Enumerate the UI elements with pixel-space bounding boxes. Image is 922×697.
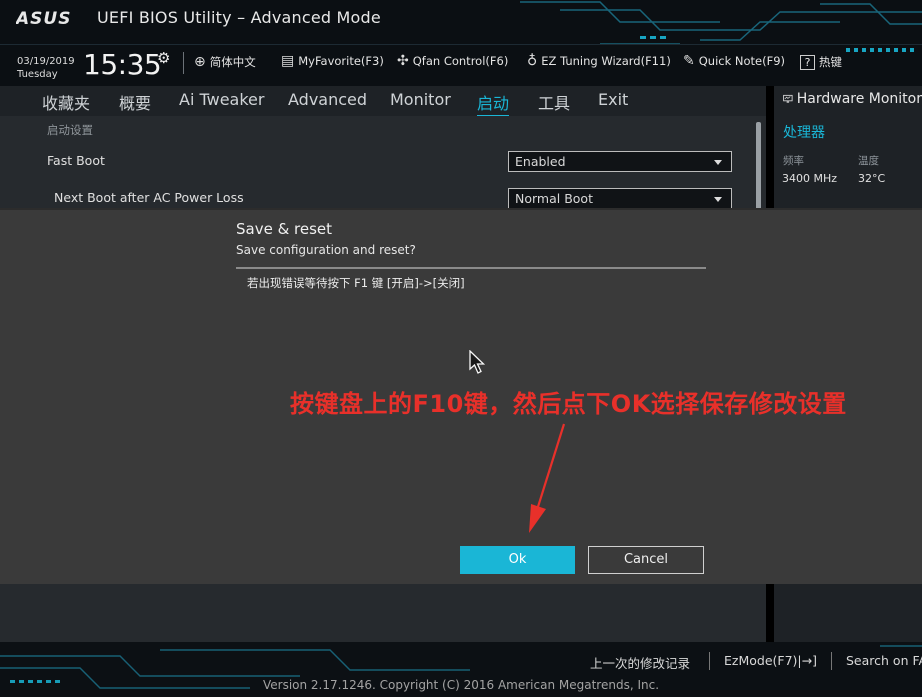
hotkeys-label: 热键 [819,55,842,69]
last-modified-log-link[interactable]: 上一次的修改记录 [590,653,690,672]
tab-boot[interactable]: 启动 [477,90,510,116]
cpu-frequency-label: 频率 [783,155,804,167]
dialog-divider [236,267,706,269]
header-bar: ASUS UEFI BIOS Utility – Advanced Mode 0… [0,0,922,86]
qfan-label: Qfan Control(F6) [412,54,509,68]
tab-favorites[interactable]: 收藏夹 [42,90,90,114]
cpu-section-title: 处理器 [783,125,825,141]
favorite-icon: ▤ [281,53,295,69]
cancel-button[interactable]: Cancel [588,546,704,574]
dialog-title: Save & reset [236,220,333,238]
mouse-cursor-icon [469,350,486,374]
hotkeys-button[interactable]: ? 热键 [800,54,842,70]
version-text: Version 2.17.1246. Copyright (C) 2016 Am… [262,678,660,692]
ezmode-link[interactable]: EzMode(F7)|→] [724,653,817,668]
language-button[interactable]: ⊕ 简体中文 [194,54,256,70]
cpu-frequency-value: 3400 MHz [782,172,838,185]
quick-note-button[interactable]: ✎ Quick Note(F9) [683,54,785,68]
ez-tuning-wizard-button[interactable]: ♁ EZ Tuning Wizard(F11) [527,54,671,68]
search-faq-link[interactable]: Search on FAQ [846,653,922,668]
red-annotation-text: 按键盘上的F10键，然后点下OK选择保存修改设置 [290,390,847,418]
main-menu-bar: 收藏夹 概要 Ai Tweaker Advanced Monitor 启动 工具… [0,86,766,116]
quick-note-label: Quick Note(F9) [698,54,786,68]
globe-icon: ⊕ [194,54,206,70]
svg-text:ASUS: ASUS [16,9,71,27]
fan-icon: ✣ [397,53,409,69]
myfavorite-button[interactable]: ▤ MyFavorite(F3) [281,54,384,68]
ac-power-loss-value: Normal Boot [515,191,593,206]
fast-boot-label: Fast Boot [47,153,105,168]
monitor-icon [783,94,793,103]
dialog-message: 若出现错误等待按下 F1 键 [开启]->[关闭] [247,276,465,290]
fast-boot-select[interactable]: Enabled [508,151,732,172]
header-divider [183,52,184,74]
hardware-monitor-title: Hardware Monitor [796,91,922,107]
footer-divider [831,652,832,670]
gear-icon[interactable]: ⚙ [157,49,170,67]
bulb-icon: ♁ [527,53,538,69]
ez-tuning-label: EZ Tuning Wizard(F11) [541,54,671,68]
hardware-monitor-header: Hardware Monitor [774,86,922,112]
language-label: 简体中文 [209,55,256,69]
day-display: Tuesday [17,69,58,80]
tab-monitor[interactable]: Monitor [390,90,451,109]
asus-logo: ASUS [16,9,71,27]
tab-advanced[interactable]: Advanced [288,90,367,109]
dialog-subtitle: Save configuration and reset? [236,243,416,257]
ac-power-loss-select[interactable]: Normal Boot [508,188,732,209]
app-title: UEFI BIOS Utility – Advanced Mode [97,8,381,27]
ac-power-loss-label: Next Boot after AC Power Loss [54,190,244,205]
chevron-down-icon [714,160,722,165]
tab-ai-tweaker[interactable]: Ai Tweaker [179,90,264,109]
section-title: 启动设置 [47,123,93,137]
cpu-temperature-label: 温度 [858,155,879,167]
tab-exit[interactable]: Exit [598,90,628,109]
help-icon: ? [800,54,815,70]
myfavorite-label: MyFavorite(F3) [298,54,384,68]
date-display: 03/19/2019 [17,56,75,67]
clock-display: 15:35 [83,48,162,81]
footer-divider [709,652,710,670]
note-icon: ✎ [683,53,695,69]
tab-overview[interactable]: 概要 [119,90,151,114]
tab-tool[interactable]: 工具 [538,90,570,114]
ok-button[interactable]: Ok [460,546,575,574]
cpu-temperature-value: 32°C [858,172,886,185]
fast-boot-value: Enabled [515,154,566,169]
chevron-down-icon [714,197,722,202]
footer-bar: 上一次的修改记录 EzMode(F7)|→] Search on FAQ Ver… [0,642,922,697]
qfan-control-button[interactable]: ✣ Qfan Control(F6) [397,54,508,68]
save-reset-dialog: Save & reset Save configuration and rese… [0,208,922,584]
